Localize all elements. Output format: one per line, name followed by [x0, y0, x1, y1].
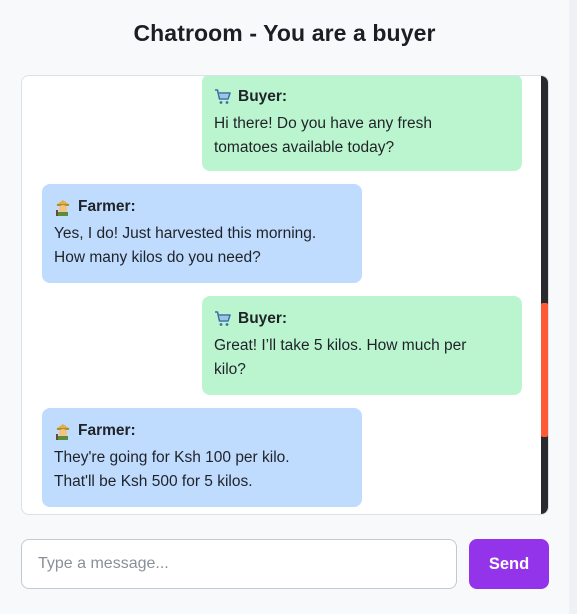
sender-label: Buyer:	[238, 310, 288, 327]
message-line: How many kilos do you need?	[54, 249, 261, 266]
shopping-cart-icon	[214, 310, 232, 328]
chat-scrollbar-thumb[interactable]	[541, 303, 548, 437]
message-bubble-farmer: Farmer: They're going for Ksh 100 per ki…	[42, 408, 362, 507]
message-line: That'll be Ksh 500 for 5 kilos.	[54, 473, 253, 490]
message-line: They're going for Ksh 100 per kilo.	[54, 449, 290, 466]
send-button[interactable]: Send	[469, 539, 549, 589]
farmer-icon	[54, 198, 72, 216]
message-bubble-buyer: Buyer: Hi there! Do you have any fresh t…	[202, 76, 522, 171]
message-line: Hi there! Do you have any fresh	[214, 115, 432, 132]
chat-scrollbar[interactable]	[541, 76, 548, 514]
message-sender: Farmer:	[54, 196, 350, 218]
sender-label: Farmer:	[78, 422, 136, 439]
message-line: Yes, I do! Just harvested this morning.	[54, 225, 317, 242]
message-input[interactable]	[21, 539, 457, 589]
farmer-icon	[54, 422, 72, 440]
message-text: They're going for Ksh 100 per kilo. That…	[54, 446, 350, 494]
message-line: kilo?	[214, 361, 246, 378]
page-title: Chatroom - You are a buyer	[133, 20, 436, 46]
message-sender: Buyer:	[214, 308, 510, 330]
sender-label: Farmer:	[78, 198, 136, 215]
message-sender: Farmer:	[54, 420, 350, 442]
message-text: Hi there! Do you have any fresh tomatoes…	[214, 112, 510, 160]
message-sender: Buyer:	[214, 86, 510, 108]
message-text: Great! I’ll take 5 kilos. How much per k…	[214, 334, 510, 382]
message-bubble-farmer: Farmer: Yes, I do! Just harvested this m…	[42, 184, 362, 283]
chatroom-page: Chatroom - You are a buyer Buyer: Hi the…	[0, 0, 577, 614]
sender-label: Buyer:	[238, 88, 288, 105]
message-line: tomatoes available today?	[214, 139, 395, 156]
message-text: Yes, I do! Just harvested this morning. …	[54, 222, 350, 270]
window-edge	[569, 0, 577, 614]
shopping-cart-icon	[214, 88, 232, 106]
message-list: Buyer: Hi there! Do you have any fresh t…	[22, 76, 540, 514]
chat-messages-panel[interactable]: Buyer: Hi there! Do you have any fresh t…	[21, 75, 549, 515]
message-bubble-buyer: Buyer: Great! I’ll take 5 kilos. How muc…	[202, 296, 522, 395]
message-line: Great! I’ll take 5 kilos. How much per	[214, 337, 467, 354]
